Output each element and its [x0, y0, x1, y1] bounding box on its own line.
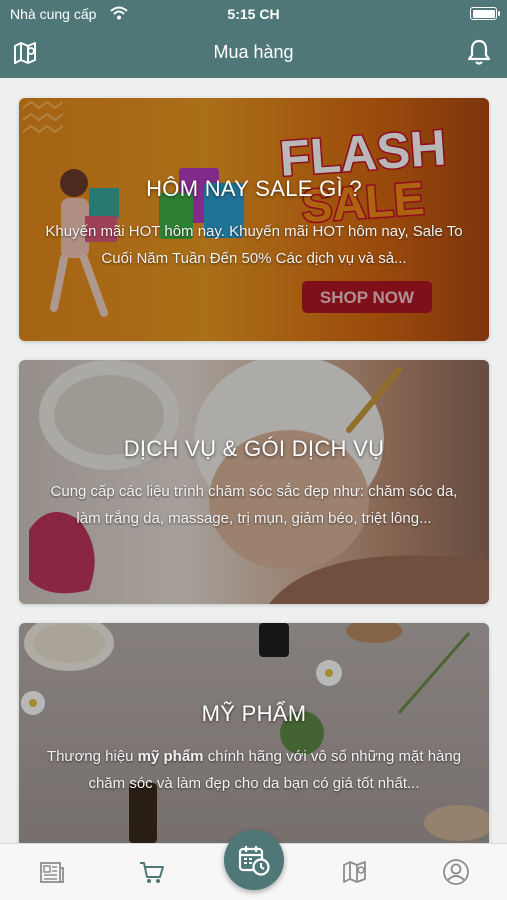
booking-button[interactable]	[224, 830, 284, 890]
page-title: Mua hàng	[213, 42, 294, 62]
card-description: Khuyến mãi HOT hôm nay. Khuyến mãi HOT h…	[45, 223, 463, 267]
profile-icon[interactable]	[442, 858, 470, 886]
content-list[interactable]: SHOP NOW FLASH SALE HÔM NAY SALE GÌ ? Kh…	[0, 78, 507, 843]
news-icon[interactable]	[38, 858, 66, 886]
cart-icon[interactable]	[138, 858, 166, 886]
card-flash-sale[interactable]: SHOP NOW FLASH SALE HÔM NAY SALE GÌ ? Kh…	[19, 98, 489, 341]
card-title: DỊCH VỤ & GÓI DỊCH VỤ	[123, 436, 385, 461]
battery-icon	[470, 7, 500, 20]
card-description: Cung cấp các liệu trình chăm sóc sắc đẹp…	[50, 483, 458, 527]
card-title: MỸ PHẨM	[201, 701, 307, 726]
top-bar: Nhà cung cấp 5:15 CH Mua hàng	[0, 0, 507, 78]
status-bar: Nhà cung cấp 5:15 CH	[0, 0, 507, 30]
nav-bar: Mua hàng	[0, 30, 507, 78]
calendar-clock-icon	[238, 846, 270, 876]
map-icon[interactable]	[341, 858, 369, 886]
card-services[interactable]: DỊCH VỤ & GÓI DỊCH VỤ Cung cấp các liệu …	[19, 360, 489, 604]
desc-bold-text: mỹ phẩm	[137, 748, 204, 765]
status-time: 5:15 CH	[227, 6, 280, 22]
card-description: Thương hiệu mỹ phẩm chính hãng với vô số…	[39, 743, 469, 797]
card-cosmetics[interactable]: MỸ PHẨM Thương hiệu mỹ phẩm chính hãng v…	[19, 623, 489, 843]
bell-icon[interactable]	[465, 38, 493, 66]
desc-text: Thương hiệu	[46, 748, 138, 765]
card-title: HÔM NAY SALE GÌ ?	[146, 176, 362, 201]
card-overlay	[19, 623, 489, 843]
